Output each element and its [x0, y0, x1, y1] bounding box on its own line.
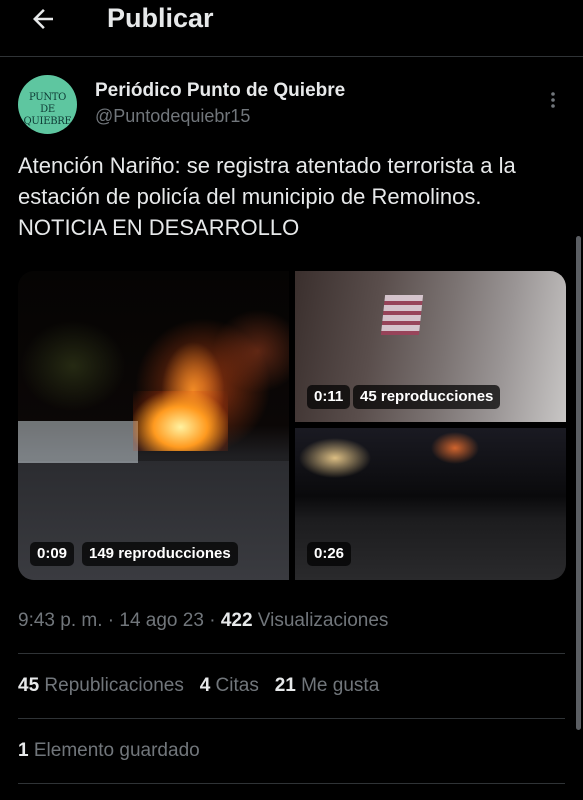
- video-scene-fire: [133, 391, 228, 451]
- arrow-left-icon[interactable]: [28, 4, 58, 34]
- divider: [18, 653, 565, 654]
- video-thumbnail-1[interactable]: 0:09 149 reproducciones: [18, 271, 289, 580]
- views-count: 422: [220, 610, 253, 631]
- bookmarks-count[interactable]: 1 Elemento guardado: [18, 740, 200, 762]
- divider: [18, 783, 565, 784]
- avatar[interactable]: PUNTO DE QUIEBRE: [18, 75, 77, 134]
- quotes-link[interactable]: 4 Citas: [200, 675, 259, 696]
- more-options-icon[interactable]: [546, 90, 560, 110]
- video-views-badge: 45 reproducciones: [353, 385, 501, 409]
- video-thumbnail-3[interactable]: 0:26: [295, 428, 566, 580]
- post-timestamp: 9:43 p. m. · 14 ago 23 · 422 Visualizaci…: [18, 610, 389, 631]
- page-title: Publicar: [107, 3, 214, 33]
- media-grid: 0:09 149 reproducciones 0:11 45 reproduc…: [18, 271, 566, 580]
- author-name[interactable]: Periódico Punto de Quiebre: [95, 80, 345, 102]
- video-duration-badge: 0:11: [307, 385, 351, 409]
- views-label: Visualizaciones: [257, 610, 389, 631]
- likes-link[interactable]: 21 Me gusta: [275, 675, 380, 696]
- video-scene-sign: [380, 295, 424, 335]
- scrollbar[interactable]: [576, 236, 581, 730]
- top-bar: Publicar: [0, 0, 583, 57]
- video-views-badge: 149 reproducciones: [82, 542, 238, 566]
- video-scene-building: [18, 421, 138, 463]
- engagement-counts: 45 Republicaciones 4 Citas 21 Me gusta: [18, 675, 379, 697]
- tweet-text: Atención Nariño: se registra atentado te…: [18, 153, 516, 240]
- video-duration-badge: 0:09: [30, 542, 75, 566]
- divider: [18, 718, 565, 719]
- author-handle[interactable]: @Puntodequiebr15: [95, 106, 250, 127]
- video-duration-badge: 0:26: [307, 542, 352, 566]
- avatar-logo-text: PUNTO DE QUIEBRE: [23, 92, 72, 127]
- video-thumbnail-2[interactable]: 0:11 45 reproducciones: [295, 271, 566, 422]
- reposts-link[interactable]: 45 Republicaciones: [18, 675, 184, 696]
